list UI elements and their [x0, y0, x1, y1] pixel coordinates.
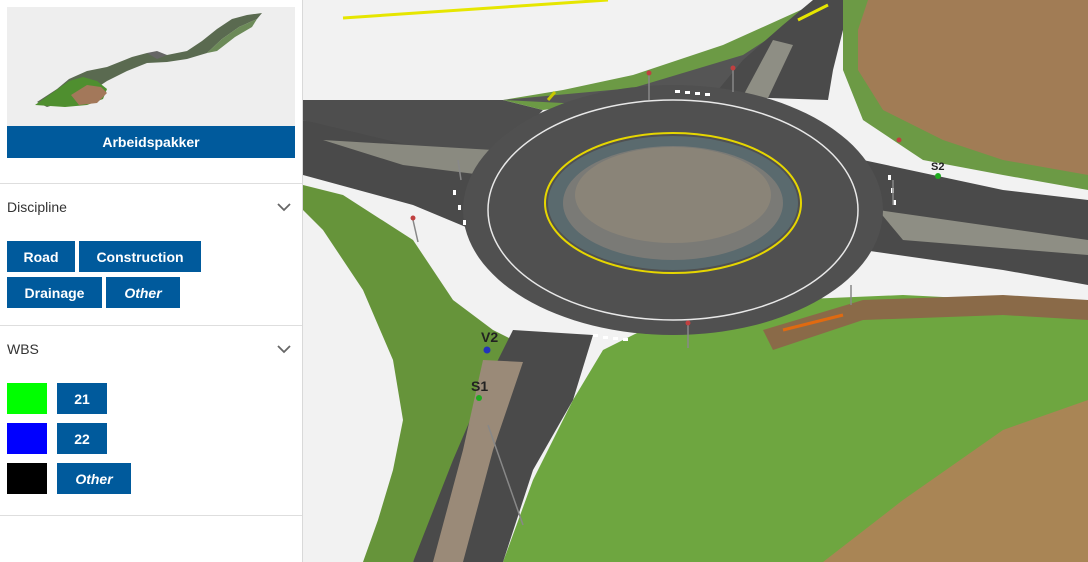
divider: [0, 183, 302, 184]
overview-map-image: [7, 7, 295, 127]
model-viewport[interactable]: V2 S1 S2: [303, 0, 1088, 562]
sidebar: Arbeidspakker Discipline Road Constructi…: [0, 0, 303, 562]
divider: [0, 325, 302, 326]
wbs-tag-other[interactable]: Other: [57, 463, 131, 494]
discipline-tag-construction[interactable]: Construction: [79, 241, 201, 272]
app-window: Arbeidspakker Discipline Road Constructi…: [0, 0, 1088, 562]
wbs-section-title: WBS: [7, 341, 39, 357]
wbs-tag-21[interactable]: 21: [57, 383, 107, 414]
wbs-color-swatch-other[interactable]: [7, 463, 47, 494]
marker-label-s2[interactable]: S2: [931, 161, 944, 173]
wbs-color-swatch-22[interactable]: [7, 423, 47, 454]
discipline-tag-drainage[interactable]: Drainage: [7, 277, 102, 308]
marker-label-s1[interactable]: S1: [471, 378, 488, 394]
discipline-tag-road[interactable]: Road: [7, 241, 75, 272]
roundabout-model-render: [303, 0, 1088, 562]
marker-label-v2[interactable]: V2: [481, 329, 498, 345]
chevron-down-icon[interactable]: [276, 341, 292, 357]
wbs-color-swatch-21[interactable]: [7, 383, 47, 414]
work-packages-button[interactable]: Arbeidspakker: [7, 126, 295, 158]
discipline-tag-other[interactable]: Other: [106, 277, 180, 308]
divider: [0, 515, 302, 516]
overview-thumbnail[interactable]: [7, 7, 295, 127]
chevron-down-icon[interactable]: [276, 199, 292, 215]
discipline-section-title: Discipline: [7, 199, 67, 215]
wbs-tag-22[interactable]: 22: [57, 423, 107, 454]
